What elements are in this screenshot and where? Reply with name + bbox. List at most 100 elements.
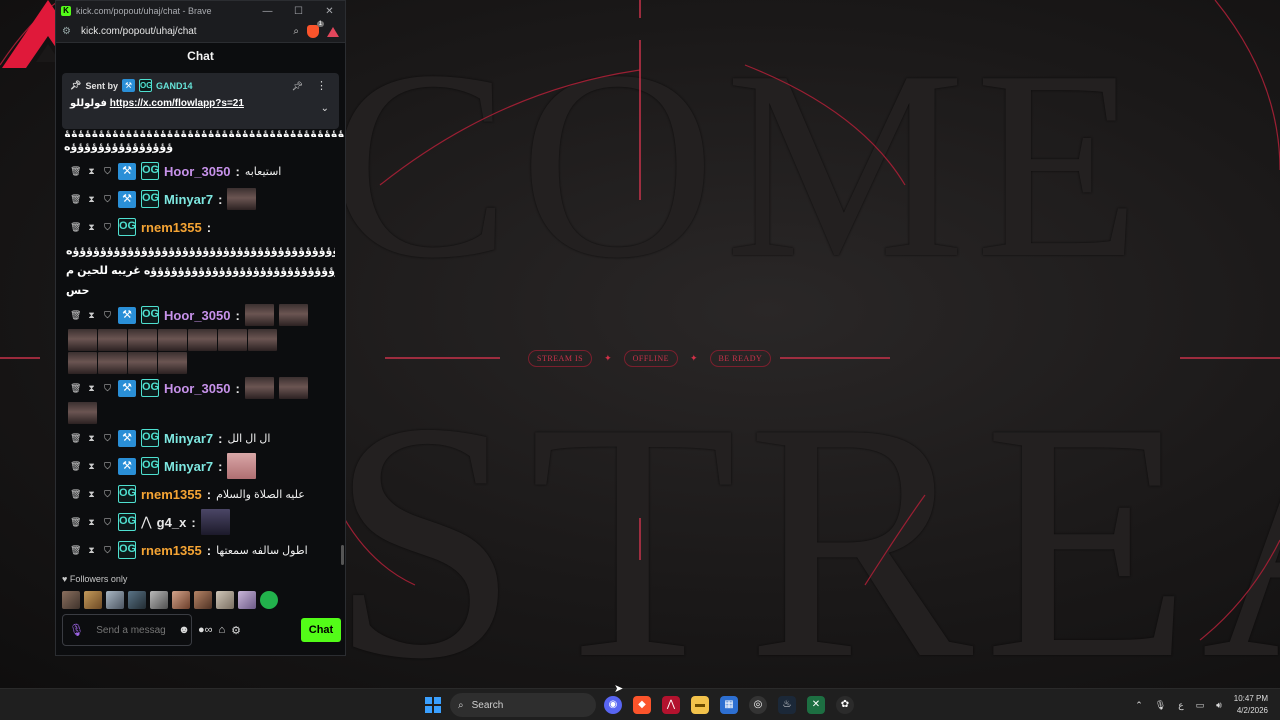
site-settings-icon[interactable]: ⚙ [62, 26, 71, 37]
emote [278, 304, 308, 326]
microphone-tray-icon[interactable]: 🎙︎ [1155, 700, 1166, 711]
avatar[interactable] [172, 591, 190, 609]
store-icon[interactable]: ⌂ [219, 624, 226, 636]
url-text[interactable]: kick.com/popout/uhaj/chat [81, 26, 197, 37]
brave-rewards-icon[interactable] [327, 26, 339, 37]
maximize-button[interactable]: ☐ [283, 6, 314, 17]
avatar[interactable] [128, 591, 146, 609]
timeout-icon[interactable]: ⧗ [86, 222, 97, 233]
chat-composer: 🎙︎ ☻ ●∞ ⌂ ⚙ Chat [62, 613, 341, 647]
ban-icon[interactable]: ⛉ [102, 194, 113, 205]
ban-icon[interactable]: ⛉ [102, 489, 113, 500]
username[interactable]: Hoor_3050 [164, 164, 230, 179]
delete-icon[interactable]: 🗑︎ [70, 310, 81, 321]
microphone-icon[interactable]: 🎙︎ [69, 623, 84, 637]
windows-start-icon[interactable] [425, 697, 441, 713]
ban-icon[interactable]: ⛉ [102, 310, 113, 321]
timeout-icon[interactable]: ⧗ [86, 461, 97, 472]
chat-scrollbar[interactable] [341, 545, 344, 565]
timeout-icon[interactable]: ⧗ [86, 433, 97, 444]
delete-icon[interactable]: 🗑︎ [70, 433, 81, 444]
delete-icon[interactable]: 🗑︎ [70, 545, 81, 556]
delete-icon[interactable]: 🗑︎ [70, 461, 81, 472]
username[interactable]: Minyar7 [164, 459, 213, 474]
volume-icon[interactable]: 🔊︎ [1216, 700, 1222, 711]
obs-icon[interactable]: ◎ [749, 696, 767, 714]
zoom-icon[interactable]: ⌕ [293, 26, 299, 37]
ban-icon[interactable]: ⛉ [102, 433, 113, 444]
timeout-icon[interactable]: ⧗ [86, 383, 97, 394]
username[interactable]: rnem1355 [141, 220, 202, 235]
timeout-icon[interactable]: ⧗ [86, 194, 97, 205]
excel-icon[interactable]: ✕ [807, 696, 825, 714]
username[interactable]: Minyar7 [164, 192, 213, 207]
avatar[interactable] [194, 591, 212, 609]
pill-offline: OFFLINE [623, 350, 678, 367]
delete-icon[interactable]: 🗑︎ [70, 489, 81, 500]
og-badge-icon: OG [141, 429, 159, 447]
username[interactable]: rnem1355 [141, 487, 202, 502]
avatar[interactable] [216, 591, 234, 609]
avatar[interactable] [260, 591, 278, 609]
avatar[interactable] [106, 591, 124, 609]
window-titlebar: K kick.com/popout/uhaj/chat - Brave — ☐ … [56, 1, 345, 21]
delete-icon[interactable]: 🗑︎ [70, 222, 81, 233]
timeout-icon[interactable]: ⧗ [86, 517, 97, 528]
delete-icon[interactable]: 🗑︎ [70, 166, 81, 177]
username[interactable]: g4_x [157, 515, 187, 530]
timeout-icon[interactable]: ⧗ [86, 545, 97, 556]
message-input[interactable] [96, 616, 167, 644]
delete-icon[interactable]: 🗑︎ [70, 194, 81, 205]
username[interactable]: Minyar7 [164, 431, 213, 446]
pinned-link[interactable]: https://x.com/flowlapp?s=21 [110, 98, 244, 109]
ban-icon[interactable]: ⛉ [102, 517, 113, 528]
chevron-up-icon[interactable]: ⌃ [1135, 700, 1143, 711]
send-chat-button[interactable]: Chat [301, 618, 341, 642]
clock[interactable]: 10:47 PM 4/2/2026 [1234, 693, 1268, 717]
username[interactable]: rnem1355 [141, 543, 202, 558]
timeout-icon[interactable]: ⧗ [86, 489, 97, 500]
avatar[interactable] [84, 591, 102, 609]
close-button[interactable]: ✕ [314, 6, 345, 17]
delete-icon[interactable]: 🗑︎ [70, 383, 81, 394]
timeout-icon[interactable]: ⧗ [86, 166, 97, 177]
emote [128, 329, 157, 351]
username[interactable]: Hoor_3050 [164, 381, 230, 396]
address-bar[interactable]: ⚙ kick.com/popout/uhaj/chat ⌕ [56, 21, 345, 43]
ban-icon[interactable]: ⛉ [102, 166, 113, 177]
minimize-button[interactable]: — [252, 6, 283, 17]
avatar[interactable] [238, 591, 256, 609]
unpin-icon[interactable]: 📌︎ [292, 81, 303, 92]
steam-icon[interactable]: ♨ [778, 696, 796, 714]
ban-icon[interactable]: ⛉ [102, 222, 113, 233]
pinned-sender[interactable]: GAND14 [156, 81, 193, 91]
chat-message: 🗑︎ ⧗ ⛉ OG rnem1355: [70, 218, 212, 236]
network-icon[interactable]: ▭ [1196, 700, 1205, 711]
more-options-icon[interactable]: ⋮ [316, 79, 327, 92]
avatar[interactable] [150, 591, 168, 609]
pinned-message[interactable]: 📌︎ Sent by ⚒ OG GAND14 فولوللو https://x… [62, 73, 339, 129]
discord-icon[interactable]: ◉ [604, 696, 622, 714]
ban-icon[interactable]: ⛉ [102, 545, 113, 556]
message-overflow-text: ؤؤؤؤؤؤؤؤؤؤؤؤؤؤؤه [64, 141, 174, 153]
language-indicator[interactable]: ع [1178, 700, 1183, 711]
store-app-icon[interactable]: ▦ [720, 696, 738, 714]
taskbar-search[interactable]: ⌕ Search [450, 693, 596, 717]
points-icon[interactable]: ●∞ [198, 624, 213, 636]
emote [227, 453, 257, 479]
ban-icon[interactable]: ⛉ [102, 461, 113, 472]
ban-icon[interactable]: ⛉ [102, 383, 113, 394]
delete-icon[interactable]: 🗑︎ [70, 517, 81, 528]
message-input-box[interactable]: 🎙︎ ☻ [62, 614, 192, 646]
brave-icon[interactable]: ◆ [633, 696, 651, 714]
file-explorer-icon[interactable]: ▬ [691, 696, 709, 714]
brave-shields-icon[interactable] [307, 21, 324, 38]
username[interactable]: Hoor_3050 [164, 308, 230, 323]
settings-gear-icon[interactable]: ⚙ [231, 624, 241, 637]
chatgpt-icon[interactable]: ✿ [836, 696, 854, 714]
apex-legends-icon[interactable]: ⋀ [662, 696, 680, 714]
chevron-down-icon[interactable]: ⌄ [321, 103, 329, 114]
emoji-icon[interactable]: ☻ [178, 624, 190, 636]
timeout-icon[interactable]: ⧗ [86, 310, 97, 321]
avatar[interactable] [62, 591, 80, 609]
